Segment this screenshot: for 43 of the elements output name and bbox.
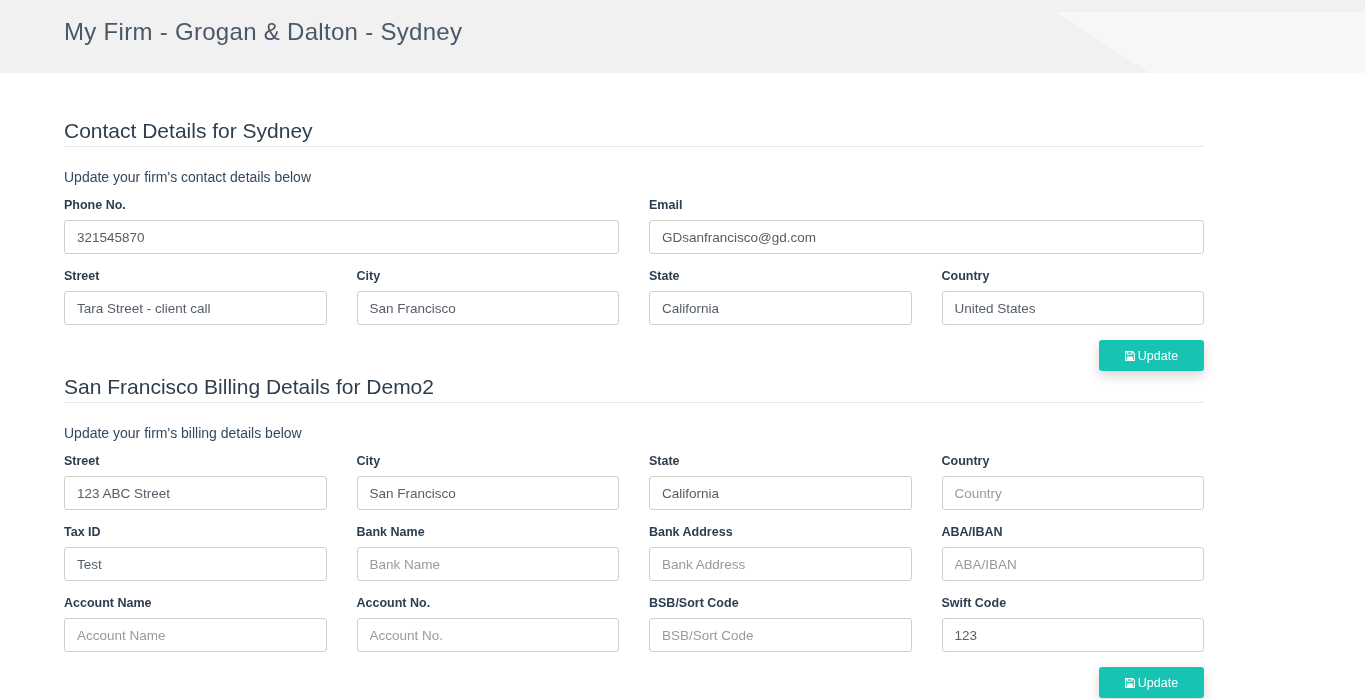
text-field[interactable]: California (649, 476, 912, 510)
section-heading: San Francisco Billing Details for Demo2 (64, 375, 1204, 403)
text-field[interactable]: Test (64, 547, 327, 581)
field-label: Swift Code (941, 595, 1007, 612)
field-label: State (649, 268, 680, 285)
text-field[interactable]: GDsanfrancisco@gd.com (649, 220, 1204, 254)
field-label: Tax ID (64, 524, 101, 541)
text-field[interactable]: Bank Name (356, 547, 619, 581)
field-label: Street (64, 268, 100, 285)
text-field[interactable]: Tara Street - client call (64, 291, 327, 325)
field-label: Email (649, 197, 683, 214)
field-label: Street (64, 453, 100, 470)
text-field[interactable]: Account Name (64, 618, 327, 652)
section-subtitle: Update your firm's billing details below (64, 424, 303, 443)
field-label: City (356, 268, 381, 285)
text-field[interactable]: 123 ABC Street (64, 476, 327, 510)
text-field[interactable]: Bank Address (649, 547, 912, 581)
save-icon (1124, 350, 1135, 361)
save-icon (1124, 677, 1135, 688)
field-label: Phone No. (64, 197, 126, 214)
text-field[interactable]: California (649, 291, 912, 325)
field-label: Account Name (64, 595, 152, 612)
field-label: Country (941, 268, 990, 285)
field-label: Bank Address (649, 524, 733, 541)
section-subtitle: Update your firm's contact details below (64, 168, 312, 187)
text-field[interactable]: United States (941, 291, 1204, 325)
page-title: My Firm - Grogan & Dalton - Sydney (64, 16, 463, 47)
text-field[interactable]: ABA/IBAN (941, 547, 1204, 581)
text-field[interactable]: 123 (941, 618, 1204, 652)
field-label: Bank Name (356, 524, 425, 541)
field-label: Country (941, 453, 990, 470)
field-label: State (649, 453, 680, 470)
section-heading: Contact Details for Sydney (64, 119, 1204, 147)
field-label: Account No. (356, 595, 431, 612)
field-label: ABA/IBAN (941, 524, 1003, 541)
text-field[interactable]: San Francisco (356, 476, 619, 510)
text-field[interactable]: Account No. (356, 618, 619, 652)
text-field[interactable]: BSB/Sort Code (649, 618, 912, 652)
text-field[interactable]: 321545870 (64, 220, 619, 254)
field-label: City (356, 453, 381, 470)
field-label: BSB/Sort Code (649, 595, 739, 612)
text-field[interactable]: Country (941, 476, 1204, 510)
text-field[interactable]: San Francisco (356, 291, 619, 325)
